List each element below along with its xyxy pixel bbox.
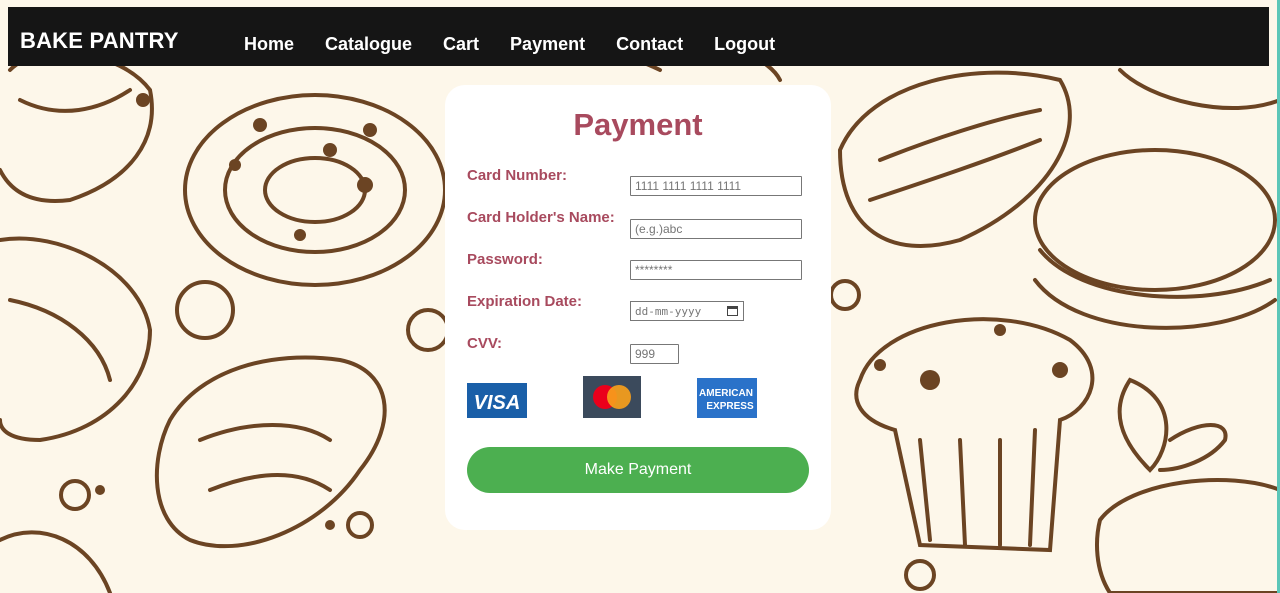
card-holder-name-input[interactable] xyxy=(630,219,802,239)
mastercard-logo xyxy=(583,376,641,418)
card-number-input[interactable] xyxy=(630,176,802,196)
page-title: Payment xyxy=(573,107,703,142)
password-label: Password: xyxy=(467,251,543,268)
american-express-logo: AMERICAN EXPRESS xyxy=(697,378,757,418)
nav-link-cart[interactable]: Cart xyxy=(443,34,479,55)
top-navbar: BAKE PANTRY Home Catalogue Cart Payment … xyxy=(8,7,1269,66)
nav-link-logout[interactable]: Logout xyxy=(714,34,775,55)
nav-link-home[interactable]: Home xyxy=(244,34,294,55)
nav-link-contact[interactable]: Contact xyxy=(616,34,683,55)
nav-menu: Home Catalogue Cart Payment Contact Logo… xyxy=(244,34,806,55)
page: BAKE PANTRY Home Catalogue Cart Payment … xyxy=(0,0,1280,593)
make-payment-button[interactable]: Make Payment xyxy=(467,447,809,493)
amex-logo-text-line2: EXPRESS xyxy=(706,401,754,412)
payment-form-card: Payment Card Number: Card Holder's Name:… xyxy=(445,85,831,530)
cvv-label: CVV: xyxy=(467,335,503,352)
calendar-icon[interactable] xyxy=(727,306,738,316)
brand-logo[interactable]: BAKE PANTRY xyxy=(20,28,179,54)
expiration-date-label: Expiration Date: xyxy=(467,293,583,310)
visa-logo-text: VISA xyxy=(474,392,521,414)
cvv-input[interactable] xyxy=(630,344,679,364)
expiration-date-placeholder: dd-mm-yyyy xyxy=(635,304,702,318)
card-holder-name-label: Card Holder's Name: xyxy=(467,209,615,226)
visa-logo: VISA xyxy=(467,383,527,418)
nav-link-payment[interactable]: Payment xyxy=(510,34,585,55)
card-number-label: Card Number: xyxy=(467,167,568,184)
nav-link-catalogue[interactable]: Catalogue xyxy=(325,34,412,55)
password-input[interactable] xyxy=(630,260,802,280)
expiration-date-input[interactable]: dd-mm-yyyy xyxy=(630,301,744,321)
amex-logo-text-line1: AMERICAN xyxy=(699,388,753,399)
